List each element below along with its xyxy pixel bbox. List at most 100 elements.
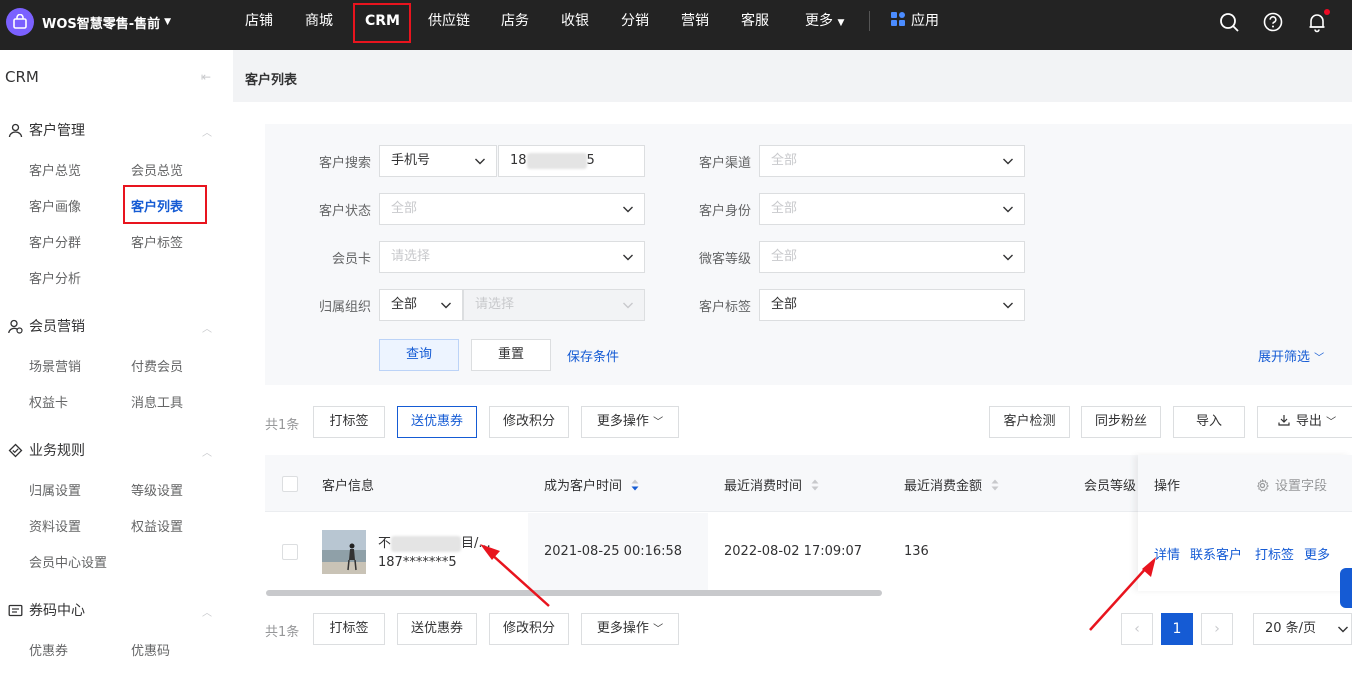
brand-switcher[interactable]: WOS智慧零售-售前 ▼ [6, 8, 171, 36]
horizontal-scrollbar[interactable] [266, 590, 882, 596]
sidebar-item-coupon[interactable]: 优惠券 [29, 640, 68, 659]
redacted-blur [391, 535, 462, 552]
customer-name[interactable]: 不 目/... [378, 532, 491, 552]
detail-link[interactable]: 详情 [1154, 544, 1180, 563]
customer-tag-select[interactable]: 全部 [759, 289, 1025, 321]
help-icon[interactable] [1262, 11, 1284, 33]
import-button[interactable]: 导入 [1173, 406, 1245, 438]
sidebar-item-benefit-settings[interactable]: 权益设置 [131, 516, 183, 535]
total-count-bottom: 共1条 [265, 625, 300, 640]
chevron-up-icon[interactable]: ︿ [202, 444, 212, 459]
sidebar-item-member-overview[interactable]: 会员总览 [131, 160, 183, 179]
column-became-customer-time[interactable]: 成为客户时间 [544, 475, 640, 494]
nav-store-ops[interactable]: 店务 [501, 0, 529, 42]
modify-points-button-bottom[interactable]: 修改积分 [489, 613, 569, 645]
row-checkbox[interactable] [282, 544, 298, 560]
tag-button-bottom[interactable]: 打标签 [313, 613, 385, 645]
chevron-down-icon [623, 206, 633, 213]
sidebar-item-benefit-card[interactable]: 权益卡 [29, 392, 68, 411]
customer-channel-select[interactable]: 全部 [759, 145, 1025, 177]
tag-link[interactable]: 打标签 [1255, 544, 1294, 563]
customer-identity-select[interactable]: 全部 [759, 193, 1025, 225]
sidebar: CRM ⇤ 客户管理 ︿ 客户总览 会员总览 客户画像 客户列表 客户分群 客户… [0, 50, 233, 674]
export-button[interactable]: 导出 ﹀ [1257, 406, 1352, 438]
collapse-sidebar-icon[interactable]: ⇤ [201, 70, 211, 84]
nav-mall[interactable]: 商城 [305, 0, 333, 42]
sort-icon[interactable] [810, 478, 820, 492]
wechat-level-select[interactable]: 全部 [759, 241, 1025, 273]
sidebar-group-member-marketing[interactable]: 会员营销 [8, 316, 85, 336]
sync-fans-button[interactable]: 同步粉丝 [1081, 406, 1161, 438]
reset-button[interactable]: 重置 [471, 339, 551, 371]
chevron-up-icon[interactable]: ︿ [202, 320, 212, 335]
prev-page-button[interactable]: ‹ [1121, 613, 1153, 645]
nav-cashier[interactable]: 收银 [561, 0, 589, 42]
nav-apps[interactable]: 应用 [891, 0, 939, 42]
column-last-consume-time[interactable]: 最近消费时间 [724, 475, 820, 494]
column-last-consume-amount[interactable]: 最近消费金额 [904, 475, 1000, 494]
sidebar-item-attribution-settings[interactable]: 归属设置 [29, 480, 81, 499]
sidebar-group-business-rules[interactable]: 业务规则 [8, 440, 85, 460]
search-input[interactable]: 18 5 [498, 145, 645, 177]
send-coupon-button-bottom[interactable]: 送优惠券 [397, 613, 477, 645]
sidebar-item-profile-settings[interactable]: 资料设置 [29, 516, 81, 535]
sort-icon[interactable] [990, 478, 1000, 492]
sidebar-item-member-center-settings[interactable]: 会员中心设置 [29, 552, 107, 571]
more-operations-label: 更多操作 [596, 621, 649, 636]
customer-status-label: 客户状态 [318, 204, 371, 219]
query-button[interactable]: 查询 [379, 339, 459, 371]
sidebar-item-message-tools[interactable]: 消息工具 [131, 392, 183, 411]
more-operations-button[interactable]: 更多操作 ﹀ [581, 406, 679, 438]
nav-shop[interactable]: 店铺 [245, 0, 273, 42]
chevron-up-icon[interactable]: ︿ [202, 604, 212, 619]
sidebar-title: CRM [5, 68, 39, 86]
more-operations-button-bottom[interactable]: 更多操作 ﹀ [581, 613, 679, 645]
more-link[interactable]: 更多 [1304, 544, 1330, 563]
nav-supply-chain[interactable]: 供应链 [428, 0, 470, 42]
save-conditions-link[interactable]: 保存条件 [567, 346, 619, 365]
nav-distribution[interactable]: 分销 [621, 0, 649, 42]
select-all-checkbox[interactable] [282, 476, 298, 492]
member-card-select[interactable]: 请选择 [379, 241, 645, 273]
member-card-label: 会员卡 [331, 252, 371, 267]
settings-fields-button[interactable]: 设置字段 [1256, 475, 1327, 494]
org-scope-value: 全部 [391, 297, 418, 312]
search-type-select[interactable]: 手机号 [379, 145, 497, 177]
page-1-button[interactable]: 1 [1161, 613, 1193, 645]
modify-points-button[interactable]: 修改积分 [489, 406, 569, 438]
search-type-value: 手机号 [391, 153, 431, 168]
next-page-button[interactable]: › [1201, 613, 1233, 645]
redacted-blur [526, 152, 587, 169]
sidebar-item-coupon-code[interactable]: 优惠码 [131, 640, 170, 659]
org-scope-select[interactable]: 全部 [379, 289, 463, 321]
contact-customer-link[interactable]: 联系客户 [1190, 544, 1242, 563]
customer-detect-button[interactable]: 客户检测 [989, 406, 1070, 438]
sidebar-item-customer-overview[interactable]: 客户总览 [29, 160, 81, 179]
tag-button[interactable]: 打标签 [313, 406, 385, 438]
sidebar-group-coupon-center[interactable]: 券码中心 [8, 600, 85, 620]
chevron-down-icon: ﹀ [1326, 417, 1337, 428]
export-label: 导出 [1295, 414, 1322, 429]
sidebar-item-customer-tags[interactable]: 客户标签 [131, 232, 183, 251]
column-label: 最近消费金额 [904, 479, 983, 494]
chevron-down-icon [1003, 254, 1013, 261]
search-icon[interactable] [1218, 11, 1240, 33]
sidebar-item-scene-marketing[interactable]: 场景营销 [29, 356, 81, 375]
customer-status-select[interactable]: 全部 [379, 193, 645, 225]
sidebar-item-customer-analysis[interactable]: 客户分析 [29, 268, 81, 287]
nav-more[interactable]: 更多 ▼ [805, 0, 844, 42]
chevron-up-icon[interactable]: ︿ [202, 124, 212, 139]
nav-customer-service[interactable]: 客服 [741, 0, 769, 42]
rule-icon [8, 443, 23, 457]
sidebar-item-paid-member[interactable]: 付费会员 [131, 356, 183, 375]
expand-filter-link[interactable]: 展开筛选 ﹀ [1258, 346, 1324, 365]
sort-desc-icon[interactable] [630, 478, 640, 492]
page-size-select[interactable]: 20 条/页 [1253, 613, 1352, 645]
sidebar-item-level-settings[interactable]: 等级设置 [131, 480, 183, 499]
sidebar-item-customer-segment[interactable]: 客户分群 [29, 232, 81, 251]
send-coupon-button[interactable]: 送优惠券 [397, 406, 477, 438]
sidebar-item-customer-portrait[interactable]: 客户画像 [29, 196, 81, 215]
floating-help-tab[interactable] [1340, 568, 1352, 608]
nav-marketing[interactable]: 营销 [681, 0, 709, 42]
sidebar-group-customer-management[interactable]: 客户管理 [8, 120, 85, 140]
